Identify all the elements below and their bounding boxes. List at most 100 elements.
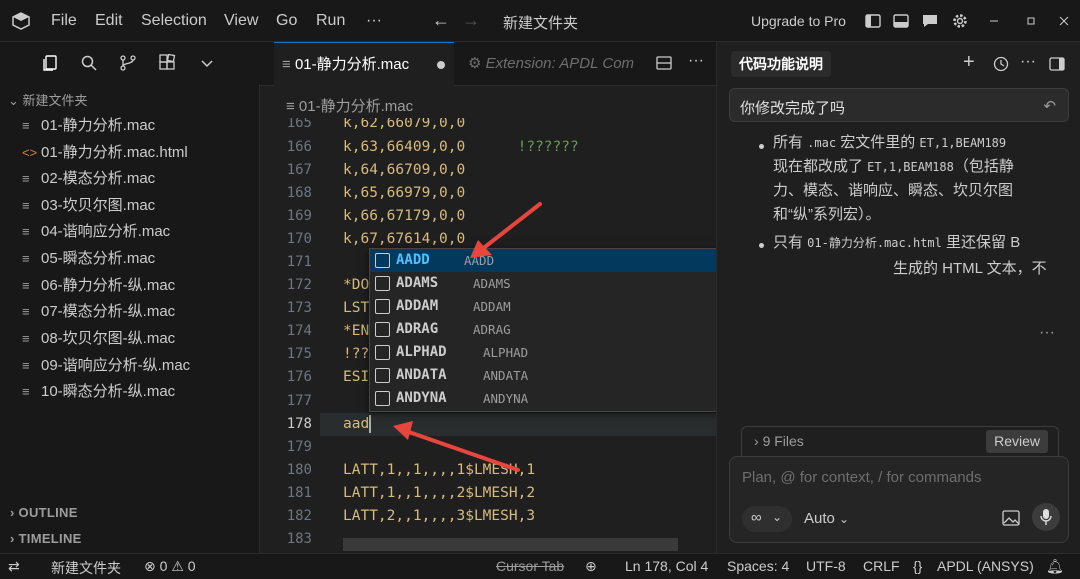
file-item[interactable]: ≡ 03-坎贝尔图.mac xyxy=(0,193,259,219)
voice-input-button[interactable] xyxy=(1032,503,1060,531)
language-mode[interactable]: APDL (ANSYS) xyxy=(937,558,1034,574)
file-item[interactable]: ≡ 02-模态分析.mac xyxy=(0,166,259,192)
menu-file[interactable]: File xyxy=(51,12,77,30)
text: 宏文件里的 xyxy=(836,134,920,151)
review-button[interactable]: Review xyxy=(986,430,1048,453)
source-control-icon[interactable] xyxy=(119,54,137,72)
cursor-position[interactable]: Ln 178, Col 4 xyxy=(625,558,708,574)
chat-input-placeholder: Plan, @ for context, / for commands xyxy=(742,469,982,486)
language-braces-icon[interactable]: {} xyxy=(913,558,922,574)
chat-icon[interactable] xyxy=(921,12,939,30)
split-editor-icon[interactable] xyxy=(655,54,673,72)
more-options-icon[interactable]: ··· xyxy=(1039,324,1055,342)
status-bar: ⇄ 新建文件夹 ⊗ 0 ⚠ 0 Cursor Tab ⊕ Ln 178, Col… xyxy=(0,553,1080,579)
history-clock-icon[interactable] xyxy=(993,56,1009,72)
remote-icon[interactable]: ⇄ xyxy=(8,558,20,575)
upgrade-link[interactable]: Upgrade to Pro xyxy=(751,13,846,29)
ai-chat-panel: 代码功能说明 + ··· 你修改完成了吗 ↶ 所有 .mac 宏文件里的 ET,1… xyxy=(716,42,1080,553)
menu-selection[interactable]: Selection xyxy=(141,12,207,30)
chevron-down-icon[interactable] xyxy=(198,54,216,72)
minimize-icon[interactable] xyxy=(985,12,1003,30)
line-number: 169 xyxy=(286,208,312,224)
chat-tab[interactable]: 代码功能说明 xyxy=(731,51,831,77)
toggle-sidebar-icon[interactable] xyxy=(864,12,882,30)
current-line-highlight xyxy=(320,413,716,436)
unsaved-dot-icon[interactable] xyxy=(437,61,445,69)
toggle-panel-icon[interactable] xyxy=(892,12,910,30)
menu-go[interactable]: Go xyxy=(276,12,297,30)
explorer-files-icon[interactable] xyxy=(41,54,59,72)
outline-section[interactable]: › OUTLINE xyxy=(10,505,78,520)
chevron-down-icon: ⌄ xyxy=(772,510,783,524)
more-actions-icon[interactable]: ··· xyxy=(688,52,704,70)
chat-input[interactable]: Plan, @ for context, / for commands ∞ ⌄ … xyxy=(729,456,1069,543)
file-item[interactable]: ≡ 06-静力分析-纵.mac xyxy=(0,273,259,299)
menu-view[interactable]: View xyxy=(224,12,258,30)
window-title: 新建文件夹 xyxy=(503,15,579,32)
file-item[interactable]: ≡ 04-谐响应分析.mac xyxy=(0,219,259,245)
file-icon: ≡ xyxy=(22,198,30,213)
menu-more-icon[interactable]: ··· xyxy=(366,12,382,30)
model-selector[interactable]: Auto ⌄ xyxy=(804,510,849,527)
menu-run[interactable]: Run xyxy=(316,12,345,30)
code-line: LATT,2,,1,,,,3$LMESH,3 xyxy=(343,508,536,524)
line-number: 183 xyxy=(286,531,312,547)
back-arrow-icon[interactable]: ← xyxy=(432,10,450,31)
search-icon[interactable] xyxy=(80,54,98,72)
extensions-icon[interactable] xyxy=(158,54,176,72)
more-actions-icon[interactable]: ··· xyxy=(1020,53,1036,71)
file-item[interactable]: ≡ 08-坎贝尔图-纵.mac xyxy=(0,326,259,352)
new-chat-plus-icon[interactable]: + xyxy=(963,51,975,74)
file-item[interactable]: ≡ 07-模态分析-纵.mac xyxy=(0,299,259,325)
timeline-section[interactable]: › TIMELINE xyxy=(10,531,82,546)
code-line: *EN xyxy=(343,323,370,339)
agent-mode-toggle[interactable]: ∞ ⌄ xyxy=(742,506,792,532)
files-count[interactable]: › 9 Files xyxy=(754,433,804,449)
status-folder[interactable]: 新建文件夹 xyxy=(51,558,121,578)
file-icon: ≡ xyxy=(22,224,30,239)
tab-extension[interactable]: ⚙ Extension: APDL Com xyxy=(456,42,640,86)
extension-icon: ⚙ xyxy=(468,55,482,72)
file-name: 01-静力分析.mac xyxy=(41,117,156,134)
toggle-panel-icon[interactable] xyxy=(1049,56,1065,72)
file-item[interactable]: ≡ 01-静力分析.mac xyxy=(0,113,259,139)
maximize-icon[interactable] xyxy=(1022,12,1040,30)
restore-checkpoint-icon[interactable]: ↶ xyxy=(1043,97,1056,115)
zoom-icon[interactable]: ⊕ xyxy=(585,558,597,575)
line-ending[interactable]: CRLF xyxy=(863,558,900,574)
response-text: 力、模态、谐响应、瞬态、坎贝尔图 xyxy=(773,182,1014,199)
indentation[interactable]: Spaces: 4 xyxy=(727,558,789,574)
cursor-tab-status[interactable]: Cursor Tab xyxy=(496,558,564,574)
activity-bar xyxy=(0,42,260,84)
file-item[interactable]: <> 01-静力分析.mac.html xyxy=(0,140,259,166)
user-message[interactable]: 你修改完成了吗 ↶ xyxy=(729,88,1069,122)
chevron-down-icon: ⌄ xyxy=(8,93,23,108)
text: 所有 xyxy=(773,134,808,151)
problems-indicator[interactable]: ⊗ 0 ⚠ 0 xyxy=(144,558,196,575)
forward-arrow-icon[interactable]: → xyxy=(462,10,480,31)
code-text: k,63,66409,0,0 xyxy=(343,139,466,155)
menu-edit[interactable]: Edit xyxy=(95,12,123,30)
settings-gear-icon[interactable] xyxy=(951,12,969,30)
file-item[interactable]: ≡ 10-瞬态分析-纵.mac xyxy=(0,379,259,405)
close-window-icon[interactable] xyxy=(1055,12,1073,30)
code-line: k,63,66409,0,0 !?????? xyxy=(343,136,579,159)
suggestion-detail: AADD xyxy=(464,253,495,268)
inline-code: .mac xyxy=(807,136,837,150)
tab-static-analysis[interactable]: ≡ 01-静力分析.mac xyxy=(274,42,454,86)
horizontal-scrollbar[interactable] xyxy=(343,538,678,551)
file-name: 04-谐响应分析.mac xyxy=(41,223,171,240)
file-item[interactable]: ≡ 05-瞬态分析.mac xyxy=(0,246,259,272)
file-item[interactable]: ≡ 09-谐响应分析-纵.mac xyxy=(0,353,259,379)
breadcrumb[interactable]: ≡ 01-静力分析.mac xyxy=(286,95,413,116)
file-name: 05-瞬态分析.mac xyxy=(41,250,156,267)
image-attach-icon[interactable] xyxy=(1002,510,1020,526)
code-line: ESI xyxy=(343,369,370,385)
response-text: 现在都改成了 ET,1,BEAM188（包括静 xyxy=(773,154,1069,180)
changed-files-bar[interactable]: › 9 Files Review xyxy=(741,426,1059,456)
notifications-bell-icon[interactable]: 🔔︎ xyxy=(1046,558,1064,575)
folder-header[interactable]: ⌄ 新建文件夹 xyxy=(8,90,88,109)
timeline-label: TIMELINE xyxy=(18,531,82,546)
encoding[interactable]: UTF-8 xyxy=(806,558,846,574)
line-number: 182 xyxy=(286,508,312,524)
